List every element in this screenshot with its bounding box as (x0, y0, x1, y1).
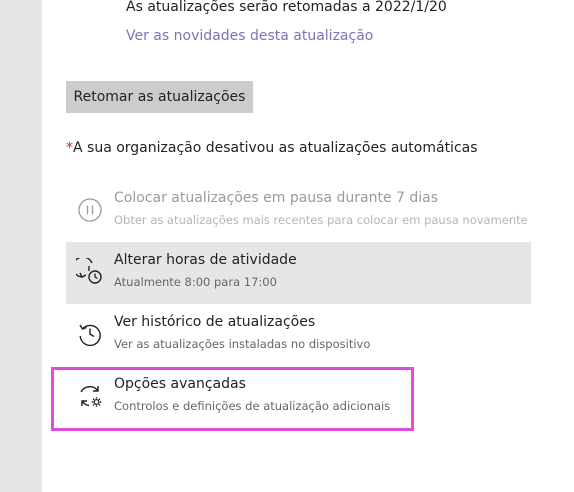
whats-new-link[interactable]: Ver as novidades desta atualização (126, 28, 373, 44)
pause-updates-option: Colocar atualizações em pausa durante 7 … (66, 180, 531, 242)
active-hours-option[interactable]: Alterar horas de atividade Atualmente 8:… (66, 242, 531, 304)
update-history-title: Ver histórico de atualizações (114, 314, 316, 330)
advanced-options-option[interactable]: Opções avançadas Controlos e definições … (66, 366, 531, 428)
update-history-option[interactable]: Ver histórico de atualizações Ver as atu… (66, 304, 531, 366)
pause-updates-subtitle: Obter as atualizações mais recentes para… (114, 213, 528, 227)
active-hours-title: Alterar horas de atividade (114, 252, 297, 268)
organization-policy-note: *A sua organização desativou as atualiza… (66, 140, 478, 156)
advanced-options-title: Opções avançadas (114, 376, 246, 392)
organization-policy-text: A sua organização desativou as atualizaç… (73, 140, 478, 156)
update-history-subtitle: Ver as atualizações instaladas no dispos… (114, 337, 371, 351)
advanced-options-subtitle: Controlos e definições de atualização ad… (114, 399, 391, 413)
history-icon (79, 324, 101, 347)
windows-update-panel: As atualizações serão retomadas a 2022/1… (42, 0, 574, 492)
resume-updates-button[interactable]: Retomar as atualizações (66, 81, 253, 113)
resume-date-text: As atualizações serão retomadas a 2022/1… (126, 0, 447, 15)
pause-icon (78, 198, 102, 222)
required-asterisk: * (66, 140, 73, 156)
active-hours-icon (76, 258, 102, 284)
left-navigation-pane (0, 0, 42, 492)
pause-updates-title: Colocar atualizações em pausa durante 7 … (114, 190, 439, 206)
advanced-options-icon (80, 386, 102, 407)
active-hours-subtitle: Atualmente 8:00 para 17:00 (114, 275, 277, 289)
